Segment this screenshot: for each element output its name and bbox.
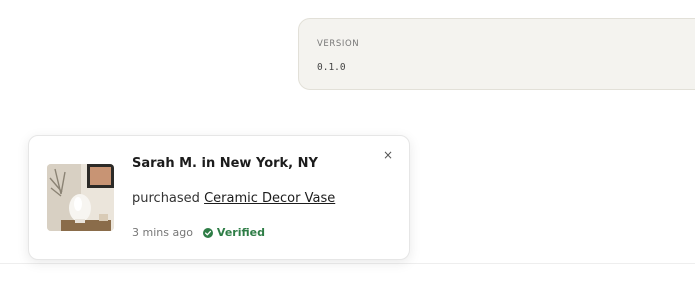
purchase-action-text: purchased <box>132 191 200 206</box>
close-button[interactable]: × <box>381 148 395 162</box>
version-label: VERSION <box>317 39 360 49</box>
verified-badge: Verified <box>202 226 265 239</box>
check-circle-icon <box>202 227 213 238</box>
version-value: 0.1.0 <box>317 62 346 73</box>
purchase-meta: 3 mins ago Verified <box>132 226 265 239</box>
close-icon: × <box>382 148 394 162</box>
buyer-location: Sarah M. in New York, NY <box>132 156 318 171</box>
product-image[interactable] <box>47 164 114 231</box>
verified-label: Verified <box>216 226 265 239</box>
purchase-line: purchased Ceramic Decor Vase <box>132 191 335 206</box>
purchase-notification: Sarah M. in New York, NY purchased Ceram… <box>28 135 410 260</box>
version-card: VERSION 0.1.0 <box>298 18 695 90</box>
vase-photo-icon <box>47 164 114 231</box>
time-ago: 3 mins ago <box>132 226 193 239</box>
divider <box>0 263 695 264</box>
product-link[interactable]: Ceramic Decor Vase <box>204 191 335 206</box>
